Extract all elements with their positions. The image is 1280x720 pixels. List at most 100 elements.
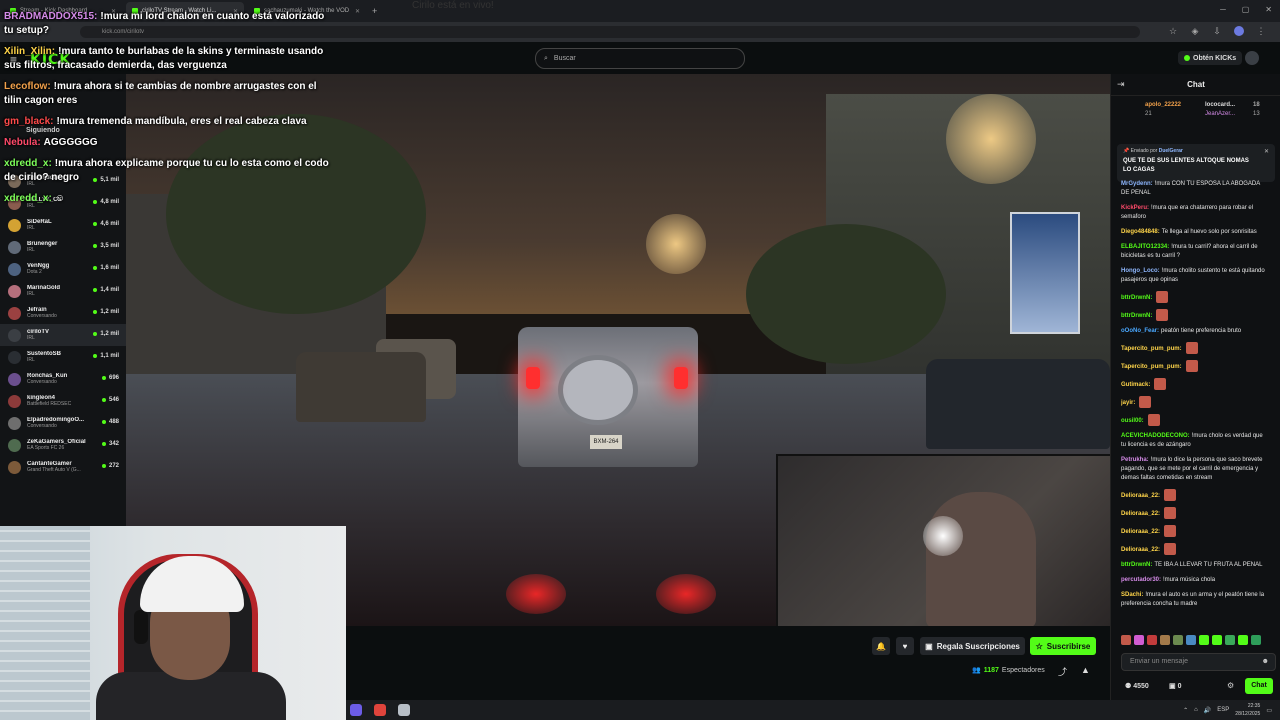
chat-message[interactable]: Hongo_Loco: !mura cholito sustento te est… bbox=[1121, 267, 1269, 285]
emote-icon[interactable] bbox=[1186, 635, 1196, 645]
sidebar-channel[interactable]: kingleon4 Battlefield REDSEC 546 bbox=[0, 390, 126, 412]
notifications-icon[interactable]: ▭ bbox=[1266, 707, 1272, 714]
chat-message[interactable]: ACEVICHADODECONO: !mura cholo es verdad q… bbox=[1121, 432, 1269, 450]
gifter-1[interactable]: apolo_22222 21 bbox=[1145, 102, 1181, 117]
chat-message[interactable]: Delioraaa_22: bbox=[1121, 525, 1269, 537]
sidebar-channel[interactable]: SiDeRaL IRL 4,6 mil bbox=[0, 214, 126, 236]
user-avatar[interactable] bbox=[1245, 51, 1259, 65]
chat-username[interactable]: ELBAJITO12334: bbox=[1121, 244, 1169, 250]
sidebar-channel[interactable]: ZeKaGamers_Oficial EA Sports FC 26 342 bbox=[0, 434, 126, 456]
profile-icon[interactable] bbox=[1234, 26, 1244, 38]
chat-message[interactable]: Gutimack: bbox=[1121, 378, 1269, 390]
chat-message[interactable]: Petrukha: !mura lo dice la persona que sa… bbox=[1121, 456, 1269, 483]
chat-message[interactable]: ousil00: bbox=[1121, 414, 1269, 426]
chat-username[interactable]: KickPeru: bbox=[1121, 205, 1149, 211]
sidebar-channel[interactable]: Brunenger IRL 3,5 mil bbox=[0, 236, 126, 258]
sidebar-channel[interactable]: Ronchas_Kun Conversando 696 bbox=[0, 368, 126, 390]
volume-icon[interactable]: 🔊 bbox=[1204, 707, 1211, 714]
notification-bell-button[interactable]: 🔔 bbox=[872, 637, 890, 655]
gifter-2[interactable]: lococard... JeanAzer... bbox=[1205, 102, 1235, 117]
chat-message[interactable]: Tapercito_pum_pum: bbox=[1121, 360, 1269, 372]
emote-icon[interactable] bbox=[1173, 635, 1183, 645]
extension-icon[interactable]: ◈ bbox=[1190, 26, 1200, 38]
sidebar-channel[interactable]: VenNgg Dota 2 1,6 mil bbox=[0, 258, 126, 280]
chat-username[interactable]: SDachi: bbox=[1121, 592, 1143, 598]
pinned-message[interactable]: 📌 Enviado por DuelGerar QUE TE DE SUS LE… bbox=[1117, 144, 1275, 182]
chat-username[interactable]: Delioraaa_22: bbox=[1121, 493, 1160, 499]
chat-username[interactable]: Petrukha: bbox=[1121, 457, 1149, 463]
send-chat-button[interactable]: Chat bbox=[1245, 678, 1273, 694]
sidebar-channel[interactable]: CantanteGamer Grand Theft Auto V (G... 272 bbox=[0, 456, 126, 478]
sidebar-channel[interactable]: SustentoSB IRL 1,1 mil bbox=[0, 346, 126, 368]
chat-message[interactable]: SDachi: !mura el auto es un arma y el pea… bbox=[1121, 591, 1269, 609]
emote-icon[interactable] bbox=[1212, 635, 1222, 645]
emote-icon[interactable] bbox=[1160, 635, 1170, 645]
chat-username[interactable]: ACEVICHADODECONO: bbox=[1121, 433, 1190, 439]
chat-username[interactable]: jayir: bbox=[1121, 400, 1135, 406]
chat-message[interactable]: Diego484848: Te llega al huevo solo por s… bbox=[1121, 228, 1269, 237]
language-indicator[interactable]: ESP bbox=[1217, 707, 1229, 713]
chat-message-input[interactable]: Enviar un mensaje ☻ bbox=[1121, 653, 1276, 671]
unpin-icon[interactable]: ✕ bbox=[1264, 148, 1269, 155]
chat-username[interactable]: Gutimack: bbox=[1121, 382, 1150, 388]
browser-menu-icon[interactable]: ⋮ bbox=[1256, 26, 1266, 38]
chat-username[interactable]: Diego484848: bbox=[1121, 229, 1160, 235]
chat-message[interactable]: KickPeru: !mura que era chatarrero para r… bbox=[1121, 204, 1269, 222]
chat-username[interactable]: ousil00: bbox=[1121, 418, 1144, 424]
network-icon[interactable]: ⌂ bbox=[1194, 707, 1198, 713]
emote-icon[interactable] bbox=[1134, 635, 1144, 645]
chat-username[interactable]: MrGydenn: bbox=[1121, 181, 1153, 187]
chat-username[interactable]: bttrDrwnN: bbox=[1121, 562, 1152, 568]
gift-subs-button[interactable]: ▣ Regala Suscripciones bbox=[920, 637, 1025, 655]
chat-message[interactable]: jayir: bbox=[1121, 396, 1269, 408]
tray-up-icon[interactable]: ⌃ bbox=[1183, 707, 1188, 714]
new-tab-button[interactable]: + bbox=[372, 6, 377, 16]
tab-close-icon[interactable]: ✕ bbox=[355, 8, 360, 15]
app-icon[interactable] bbox=[350, 704, 362, 716]
app-icon[interactable] bbox=[374, 704, 386, 716]
channel-points[interactable]: ⚉ 4550 bbox=[1125, 682, 1149, 690]
chat-username[interactable]: Delioraaa_22: bbox=[1121, 547, 1160, 553]
report-icon[interactable]: ▲ bbox=[1081, 665, 1090, 675]
chat-username[interactable]: oOoNo_Fear: bbox=[1121, 328, 1159, 334]
chat-message[interactable]: ELBAJITO12334: !mura tu carril? ahora el … bbox=[1121, 243, 1269, 261]
chat-message[interactable]: bttrDrwnN: TE IBA A LLEVAR TU FRUTA AL PE… bbox=[1121, 561, 1269, 570]
emote-icon[interactable] bbox=[1238, 635, 1248, 645]
close-window-icon[interactable]: ✕ bbox=[1265, 5, 1272, 14]
emote-icon[interactable] bbox=[1121, 635, 1131, 645]
bookmark-star-icon[interactable]: ☆ bbox=[1168, 26, 1178, 38]
chat-message[interactable]: Delioraaa_22: bbox=[1121, 489, 1269, 501]
sidebar-channel[interactable]: MarinaGold IRL 1,4 mil bbox=[0, 280, 126, 302]
chat-message[interactable]: percutador30: !mura música chola bbox=[1121, 576, 1269, 585]
chat-username[interactable]: Delioraaa_22: bbox=[1121, 511, 1160, 517]
chat-message[interactable]: Tapercito_pum_pum: bbox=[1121, 342, 1269, 354]
chat-username[interactable]: Hongo_Loco: bbox=[1121, 268, 1160, 274]
chat-message[interactable]: MrGydenn: !mura CON TU ESPOSA LA ABOGADA … bbox=[1121, 180, 1269, 198]
chat-username[interactable]: Tapercito_pum_pum: bbox=[1121, 346, 1182, 352]
emoji-picker-icon[interactable]: ☻ bbox=[1262, 654, 1269, 670]
get-kicks-button[interactable]: Obtén KICKs bbox=[1178, 51, 1243, 65]
app-icon[interactable] bbox=[398, 704, 410, 716]
emote-icon[interactable] bbox=[1199, 635, 1209, 645]
chat-username[interactable]: Delioraaa_22: bbox=[1121, 529, 1160, 535]
chat-settings-gear-icon[interactable]: ⚙ bbox=[1227, 681, 1234, 690]
share-icon[interactable]: ⤴ bbox=[1058, 665, 1067, 678]
search-input[interactable]: ⌕ Buscar bbox=[535, 48, 745, 69]
emote-icon[interactable] bbox=[1251, 635, 1261, 645]
clock[interactable]: 22:35 28/12/2025 bbox=[1235, 702, 1260, 718]
emote-icon[interactable] bbox=[1147, 635, 1157, 645]
chat-username[interactable]: Tapercito_pum_pum: bbox=[1121, 364, 1182, 370]
chat-username[interactable]: bttrDrwnN: bbox=[1121, 313, 1152, 319]
chat-message[interactable]: Delioraaa_22: bbox=[1121, 507, 1269, 519]
emote-icon[interactable] bbox=[1225, 635, 1235, 645]
follow-button[interactable]: ♥ bbox=[896, 637, 914, 655]
chat-message[interactable]: oOoNo_Fear: peatón tiene preferencia brut… bbox=[1121, 327, 1269, 336]
sidebar-channel[interactable]: ElpadredomingoO... Conversando 488 bbox=[0, 412, 126, 434]
chat-message[interactable]: bttrDrwnN: bbox=[1121, 291, 1269, 303]
chat-username[interactable]: bttrDrwnN: bbox=[1121, 295, 1152, 301]
subscribe-button[interactable]: ☆ Suscribirse bbox=[1030, 637, 1096, 655]
minimize-icon[interactable]: ─ bbox=[1220, 5, 1226, 14]
sidebar-channel[interactable]: ciriloTV IRL 1,2 mil bbox=[0, 324, 126, 346]
chat-username[interactable]: percutador30: bbox=[1121, 577, 1161, 583]
chat-message[interactable]: Delioraaa_22: bbox=[1121, 543, 1269, 555]
